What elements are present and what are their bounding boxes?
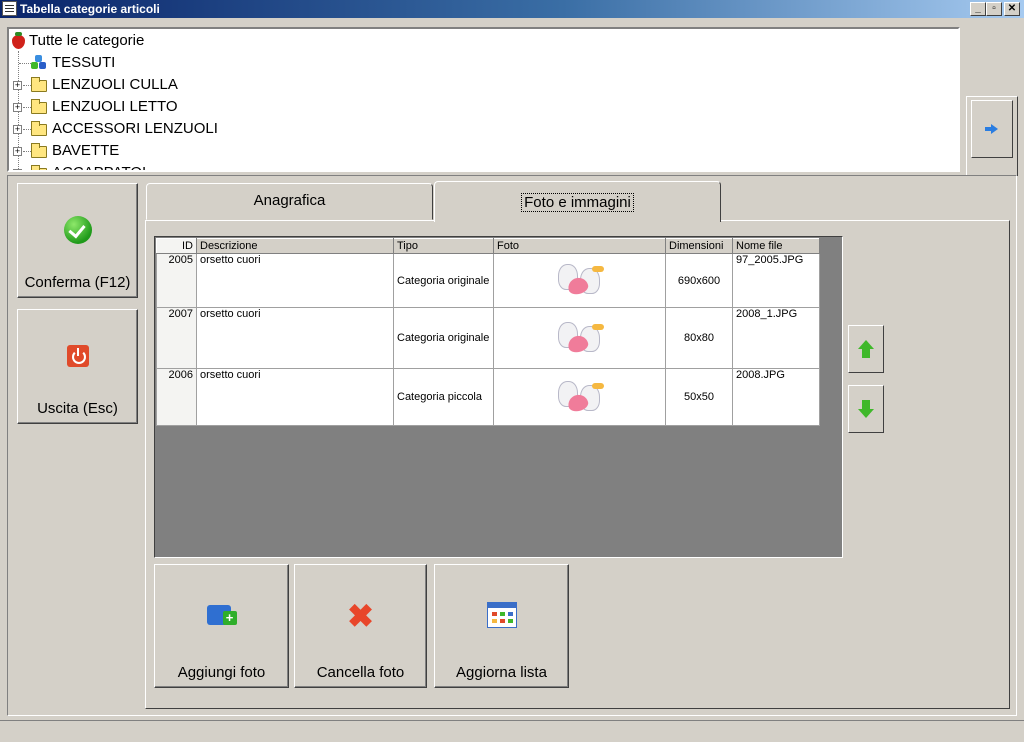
tree-root[interactable]: Tutte le categorie [9, 30, 949, 52]
tree-item-lenzuoli-culla[interactable]: + LENZUOLI CULLA [9, 74, 949, 96]
cell-id: 2006 [156, 368, 197, 426]
cell-id: 2007 [156, 307, 197, 369]
tree-item-label: LENZUOLI CULLA [52, 76, 178, 93]
cell-foto [493, 253, 666, 308]
cell-foto [493, 368, 666, 426]
fabric-icon [31, 55, 47, 71]
tree-item-label: ACCAPPATOI [52, 162, 146, 170]
teddy-bear-thumbnail [554, 258, 606, 300]
folder-icon [31, 99, 47, 114]
column-header[interactable]: Descrizione [196, 238, 394, 254]
status-bar [0, 720, 1024, 742]
tree-connector [23, 85, 31, 86]
table-row[interactable]: 2007 orsetto cuori Categoria originale 8… [156, 307, 820, 369]
expand-icon[interactable]: + [13, 147, 22, 156]
window-title: Tabella categorie articoli [20, 2, 160, 16]
cell-dimensioni: 690x600 [665, 253, 733, 308]
cell-tipo: Categoria piccola [393, 368, 494, 426]
column-header[interactable]: ID [156, 238, 197, 254]
tree-item-tessuti[interactable]: TESSUTI [9, 52, 949, 74]
tree-item-label: TESSUTI [52, 54, 116, 71]
window-controls: _ ▫ ✕ [970, 2, 1020, 16]
cell-id: 2005 [156, 253, 197, 308]
tree-root-label: Tutte le categorie [29, 32, 145, 49]
power-icon [66, 345, 89, 367]
cell-descrizione: orsetto cuori [196, 253, 394, 308]
arrow-down-icon [857, 400, 875, 418]
column-header[interactable]: Dimensioni [665, 238, 733, 254]
tree-connector [23, 151, 31, 152]
cell-descrizione: orsetto cuori [196, 307, 394, 369]
tree-item-bavette[interactable]: + BAVETTE [9, 140, 949, 162]
check-icon [63, 216, 92, 244]
cell-nome-file: 2008_1.JPG [732, 307, 820, 369]
folder-icon [31, 121, 47, 136]
refresh-list-button[interactable]: Aggiorna lista [434, 564, 569, 688]
exit-button[interactable]: Uscita (Esc) [17, 309, 138, 424]
cell-nome-file: 2008.JPG [732, 368, 820, 426]
calendar-list-icon [486, 602, 517, 628]
folder-icon [31, 143, 47, 158]
cell-dimensioni: 80x80 [665, 307, 733, 369]
column-header[interactable]: Tipo [393, 238, 494, 254]
table-row[interactable]: 2005 orsetto cuori Categoria originale 6… [156, 253, 820, 308]
tree-connector [23, 129, 31, 130]
add-photo-button[interactable]: Aggiungi foto [154, 564, 289, 688]
teddy-bear-thumbnail [554, 375, 606, 417]
cell-descrizione: orsetto cuori [196, 368, 394, 426]
strawberry-icon [12, 32, 25, 49]
delete-photo-label: Cancella foto [316, 664, 405, 681]
next-button[interactable] [971, 100, 1013, 158]
tree-item-lenzuoli-letto[interactable]: + LENZUOLI LETTO [9, 96, 949, 118]
expand-icon[interactable]: + [13, 81, 22, 90]
tree-item-label: LENZUOLI LETTO [52, 98, 178, 115]
arrow-right-icon [985, 124, 999, 134]
tree-connector [23, 107, 31, 108]
teddy-bear-thumbnail [554, 316, 606, 358]
confirm-button[interactable]: Conferma (F12) [17, 183, 138, 298]
table-header: ID Descrizione Tipo Foto Dimensioni Nome… [156, 238, 820, 254]
tab-label: Foto e immagini [521, 193, 634, 212]
minimize-button[interactable]: _ [970, 2, 986, 16]
cell-tipo: Categoria originale [393, 307, 494, 369]
refresh-list-label: Aggiorna lista [456, 664, 547, 681]
folder-icon [31, 165, 47, 170]
tree-item-label: BAVETTE [52, 142, 120, 159]
add-photo-icon [206, 601, 237, 627]
delete-photo-button[interactable]: ✖ Cancella foto [294, 564, 427, 688]
window-titlebar[interactable]: Tabella categorie articoli _ ▫ ✕ [0, 0, 1024, 18]
add-photo-label: Aggiungi foto [177, 664, 266, 681]
confirm-label: Conferma (F12) [24, 274, 131, 291]
tab-label: Anagrafica [253, 192, 326, 209]
expand-icon[interactable]: + [13, 169, 22, 170]
expand-icon[interactable]: + [13, 103, 22, 112]
table-row[interactable]: 2006 orsetto cuori Categoria piccola 50x… [156, 368, 820, 426]
tree-item-label: ACCESSORI LENZUOLI [52, 120, 218, 137]
tree-item-accessori-lenzuoli[interactable]: + ACCESSORI LENZUOLI [9, 118, 949, 140]
cell-tipo: Categoria originale [393, 253, 494, 308]
app-icon [2, 1, 17, 16]
cell-dimensioni: 50x50 [665, 368, 733, 426]
move-up-button[interactable] [848, 325, 884, 373]
close-button[interactable]: ✕ [1004, 2, 1020, 16]
restore-button[interactable]: ▫ [986, 2, 1002, 16]
tab-foto-immagini[interactable]: Foto e immagini [434, 181, 721, 222]
photo-table: ID Descrizione Tipo Foto Dimensioni Nome… [156, 238, 820, 426]
delete-x-icon: ✖ [347, 598, 374, 634]
arrow-up-icon [857, 340, 875, 358]
folder-icon [31, 77, 47, 92]
tree-connector [19, 63, 31, 64]
cell-nome-file: 97_2005.JPG [732, 253, 820, 308]
exit-label: Uscita (Esc) [37, 400, 118, 417]
tab-anagrafica[interactable]: Anagrafica [146, 183, 433, 220]
column-header[interactable]: Foto [493, 238, 666, 254]
expand-icon[interactable]: + [13, 125, 22, 134]
tree-item-accappatoi[interactable]: + ACCAPPATOI [9, 162, 949, 170]
column-header[interactable]: Nome file [732, 238, 820, 254]
cell-foto [493, 307, 666, 369]
move-down-button[interactable] [848, 385, 884, 433]
photo-grid[interactable]: ID Descrizione Tipo Foto Dimensioni Nome… [154, 236, 843, 558]
category-tree[interactable]: Tutte le categorie TESSUTI + LENZUOLI CU… [7, 27, 960, 172]
